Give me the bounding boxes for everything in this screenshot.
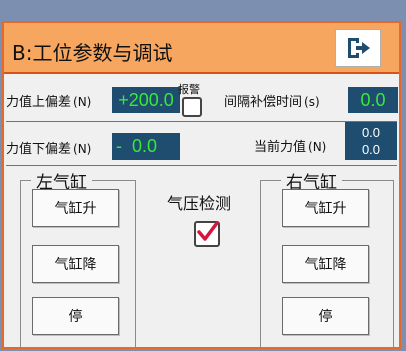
divider-line bbox=[6, 165, 397, 166]
interval-label: 间隔补偿时间 (s) bbox=[224, 95, 320, 110]
lower-deviation-value[interactable]: - 0.0 bbox=[112, 133, 180, 160]
upper-deviation-value[interactable]: +200.0 bbox=[112, 87, 180, 113]
current-force-value: 0.0 0.0 bbox=[345, 122, 397, 160]
right-cylinder-stop-button[interactable]: 停 bbox=[282, 297, 369, 335]
divider-line bbox=[6, 121, 397, 122]
alarm-label: 报警 bbox=[178, 83, 200, 96]
params-window: B:工位参数与调试 力值上偏差 (N) +200.0 报警 间隔补偿时间 (s) 0… bbox=[2, 21, 401, 349]
lower-deviation-label: 力值下偏差 (N) bbox=[6, 142, 92, 157]
alarm-checkbox[interactable] bbox=[182, 97, 202, 117]
left-cylinder-stop-button[interactable]: 停 bbox=[32, 297, 119, 335]
current-force-label: 当前力值 (N) bbox=[254, 140, 327, 155]
left-cylinder-down-button[interactable]: 气缸降 bbox=[32, 245, 119, 283]
pressure-detect-label: 气压检测 bbox=[167, 194, 232, 213]
check-mark-icon bbox=[197, 221, 219, 241]
current-force-value-1: 0.0 bbox=[361, 125, 381, 140]
right-cylinder-down-button[interactable]: 气缸降 bbox=[282, 245, 369, 283]
right-cylinder-up-button[interactable]: 气缸升 bbox=[282, 189, 369, 227]
pressure-detect-checkbox[interactable] bbox=[194, 221, 220, 247]
title-bar: B:工位参数与调试 bbox=[4, 23, 399, 74]
current-force-value-2: 0.0 bbox=[361, 142, 381, 157]
left-cylinder-up-button[interactable]: 气缸升 bbox=[32, 189, 119, 227]
exit-button[interactable] bbox=[335, 29, 381, 67]
window-title: B:工位参数与调试 bbox=[12, 41, 173, 65]
upper-deviation-label: 力值上偏差 (N) bbox=[6, 95, 92, 110]
exit-icon bbox=[348, 38, 370, 58]
interval-value[interactable]: 0.0 bbox=[348, 87, 398, 113]
